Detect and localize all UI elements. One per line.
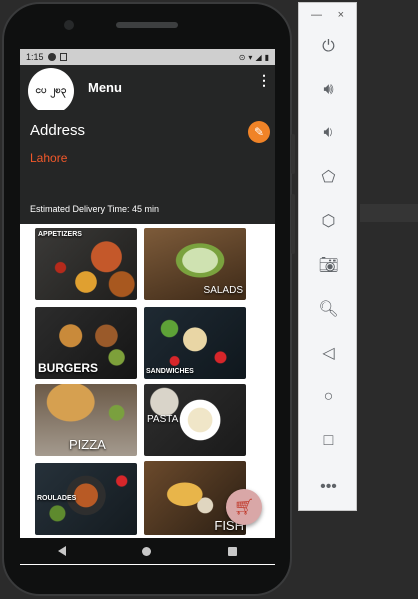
pencil-icon: ✎: [253, 125, 265, 139]
address-value[interactable]: Lahore: [30, 151, 265, 165]
status-bar: 1:15 ⊙ ▾ ◢ ▮: [20, 49, 275, 65]
category-label: SALADS: [203, 285, 243, 296]
category-label: BURGERS: [38, 361, 99, 375]
category-label: PIZZA: [69, 437, 106, 452]
back-icon[interactable]: ◁: [299, 339, 358, 367]
rotate-left-icon[interactable]: ⬠: [299, 163, 358, 191]
battery-icon: ▮: [264, 52, 269, 62]
category-label: ROULADES: [37, 495, 77, 502]
category-tile-burgers[interactable]: BURGERS: [35, 307, 137, 379]
app-bar: ငပ ၂ၿ၃ Menu ⋮: [20, 65, 275, 114]
home-icon[interactable]: ○: [299, 383, 358, 411]
system-nav-bar: [20, 538, 275, 564]
logo-text: ငပ ၂ၿ၃: [35, 85, 67, 96]
wifi-icon: ▾: [248, 52, 253, 62]
cart-icon: 🛒︎: [233, 499, 255, 516]
minimize-button[interactable]: —: [311, 9, 322, 25]
rotate-right-icon[interactable]: ⬡: [299, 207, 358, 235]
address-header: Address Lahore Estimated Delivery Time: …: [20, 110, 275, 224]
category-tile-roulades[interactable]: ROULADES: [35, 463, 137, 535]
cart-button[interactable]: 🛒︎: [226, 489, 262, 525]
nav-back-icon[interactable]: [58, 546, 67, 556]
category-tile-salads[interactable]: SALADS: [144, 228, 246, 300]
notification-icon: [47, 53, 56, 61]
location-icon: ⊙: [238, 52, 246, 62]
background-panel: [360, 204, 418, 222]
nav-recent-icon[interactable]: [227, 546, 237, 556]
emulator-toolbar: — × ⏻ 🔊︎ 🔉︎ ⬠ ⬡ 📷︎ 🔍︎ ◁ ○ □ •••: [298, 2, 357, 511]
category-label: SANDWICHES: [146, 368, 194, 375]
delivery-time: Estimated Delivery Time: 45 min: [30, 204, 160, 214]
speaker-grill: [116, 22, 178, 28]
app-bar-title: Menu: [88, 80, 122, 95]
edit-address-button[interactable]: ✎: [248, 121, 270, 143]
nav-home-icon[interactable]: [142, 546, 152, 556]
close-button[interactable]: ×: [338, 9, 344, 25]
overflow-menu-icon[interactable]: ⋮: [257, 73, 271, 87]
front-camera: [64, 20, 74, 30]
status-time: 1:15: [26, 52, 44, 62]
address-label: Address: [30, 122, 86, 139]
category-tile-pasta[interactable]: PASTA: [144, 384, 246, 456]
signal-icon: ◢: [255, 52, 262, 62]
more-icon[interactable]: •••: [299, 473, 358, 501]
power-icon[interactable]: ⏻: [299, 33, 358, 61]
camera-icon[interactable]: 📷︎: [299, 251, 358, 279]
volume-down-icon[interactable]: 🔉︎: [299, 119, 358, 147]
category-tile-appetizers[interactable]: APPETIZERS: [35, 228, 137, 300]
volume-side-button: [291, 194, 295, 254]
power-side-button: [291, 134, 295, 174]
category-tile-sandwiches[interactable]: SANDWICHES: [144, 307, 246, 379]
zoom-icon[interactable]: 🔍︎: [299, 295, 358, 323]
category-label: APPETIZERS: [38, 231, 82, 238]
category-tile-pizza[interactable]: PIZZA: [35, 384, 137, 456]
category-grid: APPETIZERS SALADS BURGERS SANDWICHES PIZ…: [20, 224, 275, 565]
brand-logo[interactable]: ငပ ၂ၿ၃: [28, 67, 74, 114]
category-label: PASTA: [147, 414, 179, 425]
sim-icon: [59, 53, 67, 61]
device-screen: 1:15 ⊙ ▾ ◢ ▮ ငပ ၂ၿ၃ Menu ⋮ Address Lahor…: [20, 49, 275, 565]
overview-icon[interactable]: □: [299, 427, 358, 455]
volume-up-icon[interactable]: 🔊︎: [299, 76, 358, 104]
